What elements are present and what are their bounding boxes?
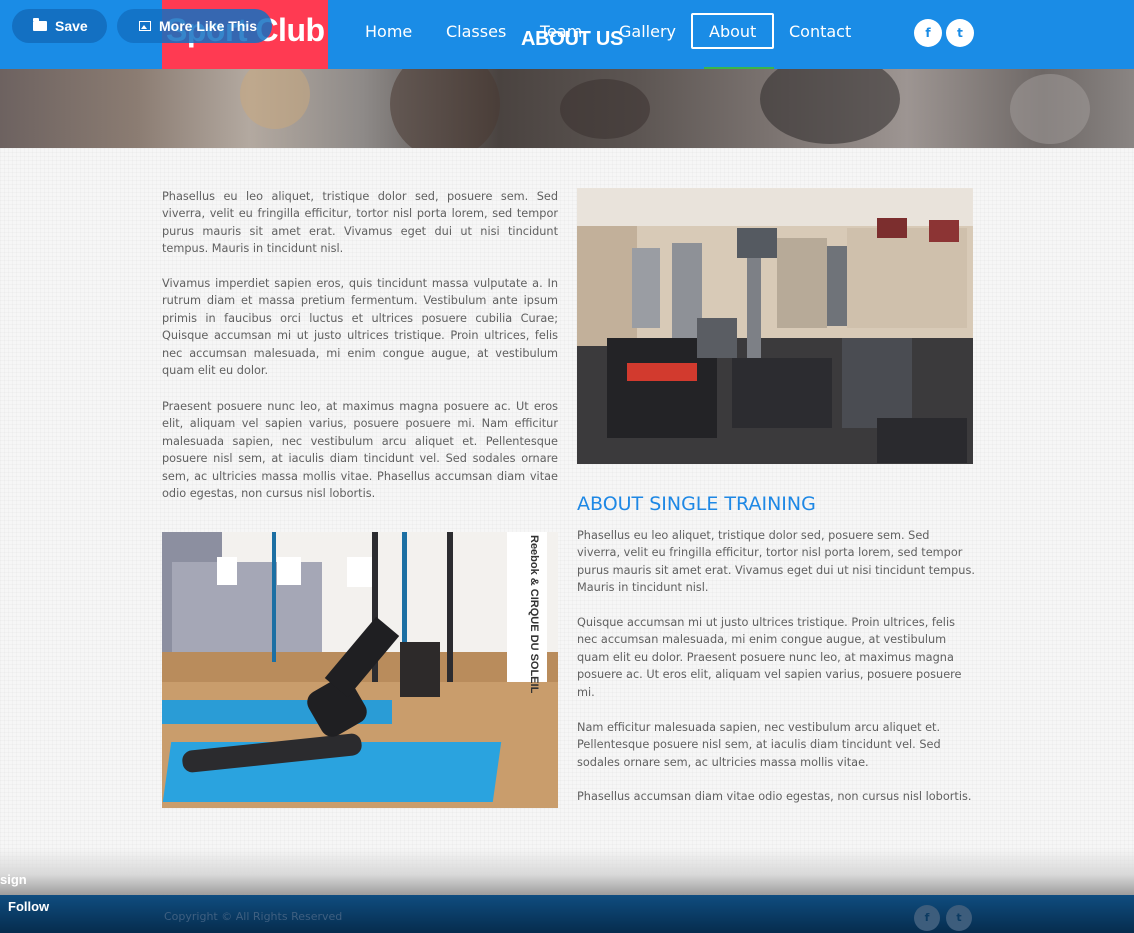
training-paragraph-1: Phasellus eu leo aliquet, tristique dolo… (577, 529, 975, 595)
sign-label[interactable]: sign (0, 872, 27, 887)
page-title: ABOUT US (520, 28, 624, 50)
training-heading: ABOUT SINGLE TRAINING (577, 493, 816, 515)
training-paragraph-3: Nam efficitur malesuada sapien, nec vest… (577, 721, 941, 769)
footer-facebook-icon[interactable]: f (914, 905, 940, 931)
copyright-text: Copyright © All Rights Reserved (164, 910, 343, 923)
footer-fade (0, 848, 1134, 896)
follow-button[interactable]: Follow (8, 899, 49, 914)
training-paragraph-4: Phasellus accumsan diam vitae odio egest… (577, 790, 972, 803)
about-paragraph-3: Praesent posuere nunc leo, at maximus ma… (162, 400, 558, 501)
photo-sign-text: Reebok & CIRQUE DU SOLEIL (528, 535, 540, 694)
training-paragraph-2: Quisque accumsan mi ut justo ultrices tr… (577, 616, 962, 699)
page-banner (0, 69, 1134, 148)
footer-twitter-icon[interactable]: t (946, 905, 972, 931)
about-paragraph-2: Vivamus imperdiet sapien eros, quis tinc… (162, 277, 558, 378)
gym-equipment-photo (577, 188, 973, 464)
aerial-yoga-photo (162, 532, 558, 808)
about-paragraph-1: Phasellus eu leo aliquet, tristique dolo… (162, 190, 558, 256)
